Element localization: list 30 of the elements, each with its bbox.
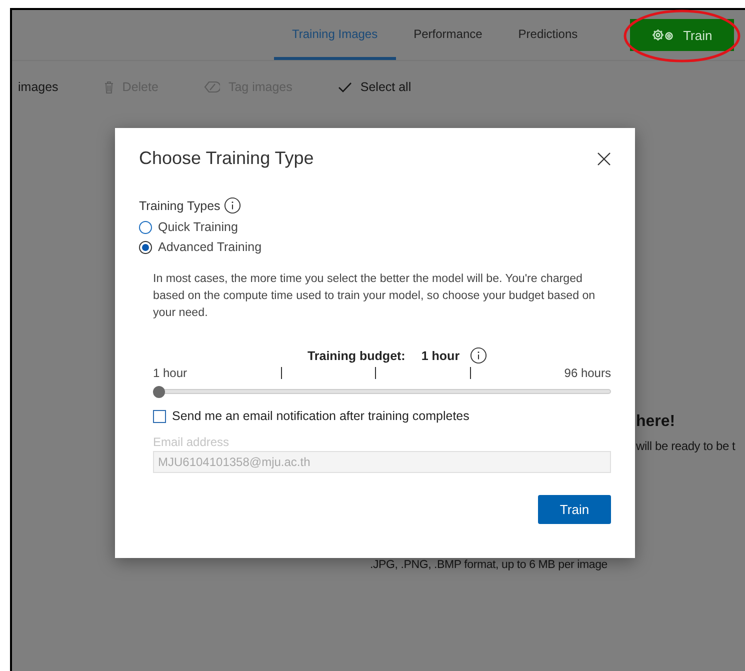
empty-state-heading: here! [636, 413, 676, 431]
format-hint: .JPG, .PNG, .BMP format, up to 6 MB per image [370, 559, 608, 571]
info-icon[interactable] [224, 197, 242, 214]
train-button[interactable]: Train [630, 19, 734, 51]
empty-state-text: will be ready to be t [636, 439, 736, 453]
nav-tab[interactable]: Training Images [274, 10, 396, 60]
radio-option[interactable]: Advanced Training [139, 240, 611, 254]
trash-icon [104, 80, 114, 94]
nav-tab[interactable]: Performance [396, 10, 500, 60]
nav-tab[interactable]: Predictions [500, 10, 596, 60]
slider-min-label: 1 hour [153, 366, 188, 380]
budget-slider[interactable] [153, 385, 611, 399]
toolbar-button[interactable]: images [18, 80, 58, 94]
check-icon [338, 82, 352, 92]
tag-icon [204, 81, 220, 93]
slider-max-label: 96 hours [564, 366, 611, 380]
close-icon[interactable] [597, 152, 611, 166]
toolbar-button[interactable]: Select all [338, 80, 412, 94]
dialog-title: Choose Training Type [139, 148, 314, 169]
email-notification-checkbox[interactable]: Send me an email notification after training completes [153, 409, 611, 423]
radio-option[interactable]: Quick Training [139, 220, 611, 234]
budget-value: 1 hour [421, 348, 460, 362]
email-label: Email address [153, 435, 230, 449]
info-icon[interactable] [470, 347, 487, 364]
training-types-label: Training Types [139, 198, 220, 212]
train-submit-button[interactable]: Train [538, 495, 611, 524]
budget-label: Training budget: [307, 348, 406, 362]
description-text: In most cases, the more time you select the better the model will be. You're charged based on the compute time used to train your model, so choose your budget based on your need. [153, 271, 596, 321]
gears-icon [651, 28, 676, 42]
slider-thumb[interactable] [153, 386, 165, 398]
